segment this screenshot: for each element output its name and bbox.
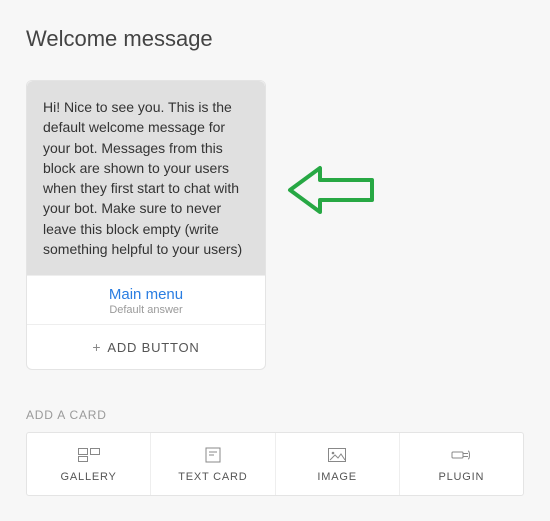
image-icon bbox=[280, 445, 395, 465]
card-option-gallery[interactable]: GALLERY bbox=[27, 433, 151, 495]
annotation-arrow bbox=[286, 161, 376, 219]
welcome-card: Hi! Nice to see you. This is the default… bbox=[26, 80, 266, 370]
card-option-label: PLUGIN bbox=[404, 471, 519, 483]
add-card-section: ADD A CARD GALLERY TEXT CARD bbox=[26, 408, 524, 496]
card-option-plugin[interactable]: PLUGIN bbox=[400, 433, 523, 495]
welcome-card-row: Hi! Nice to see you. This is the default… bbox=[26, 80, 524, 370]
card-option-text-card[interactable]: TEXT CARD bbox=[151, 433, 275, 495]
page-title: Welcome message bbox=[26, 26, 524, 52]
text-card-icon bbox=[155, 445, 270, 465]
card-option-label: IMAGE bbox=[280, 471, 395, 483]
main-menu-link[interactable]: Main menu bbox=[35, 286, 257, 303]
card-option-image[interactable]: IMAGE bbox=[276, 433, 400, 495]
add-button[interactable]: + ADD BUTTON bbox=[27, 325, 265, 369]
add-button-label: ADD BUTTON bbox=[107, 340, 199, 355]
menu-sub-label: Default answer bbox=[35, 304, 257, 316]
menu-slot[interactable]: Main menu Default answer bbox=[27, 275, 265, 325]
arrow-left-icon bbox=[286, 161, 376, 219]
add-card-label: ADD A CARD bbox=[26, 408, 524, 422]
card-option-label: TEXT CARD bbox=[155, 471, 270, 483]
card-option-label: GALLERY bbox=[31, 471, 146, 483]
card-options: GALLERY TEXT CARD IMAGE bbox=[26, 432, 524, 496]
welcome-message-text[interactable]: Hi! Nice to see you. This is the default… bbox=[27, 81, 265, 275]
plugin-icon bbox=[404, 445, 519, 465]
plus-icon: + bbox=[92, 339, 101, 355]
gallery-icon bbox=[31, 445, 146, 465]
